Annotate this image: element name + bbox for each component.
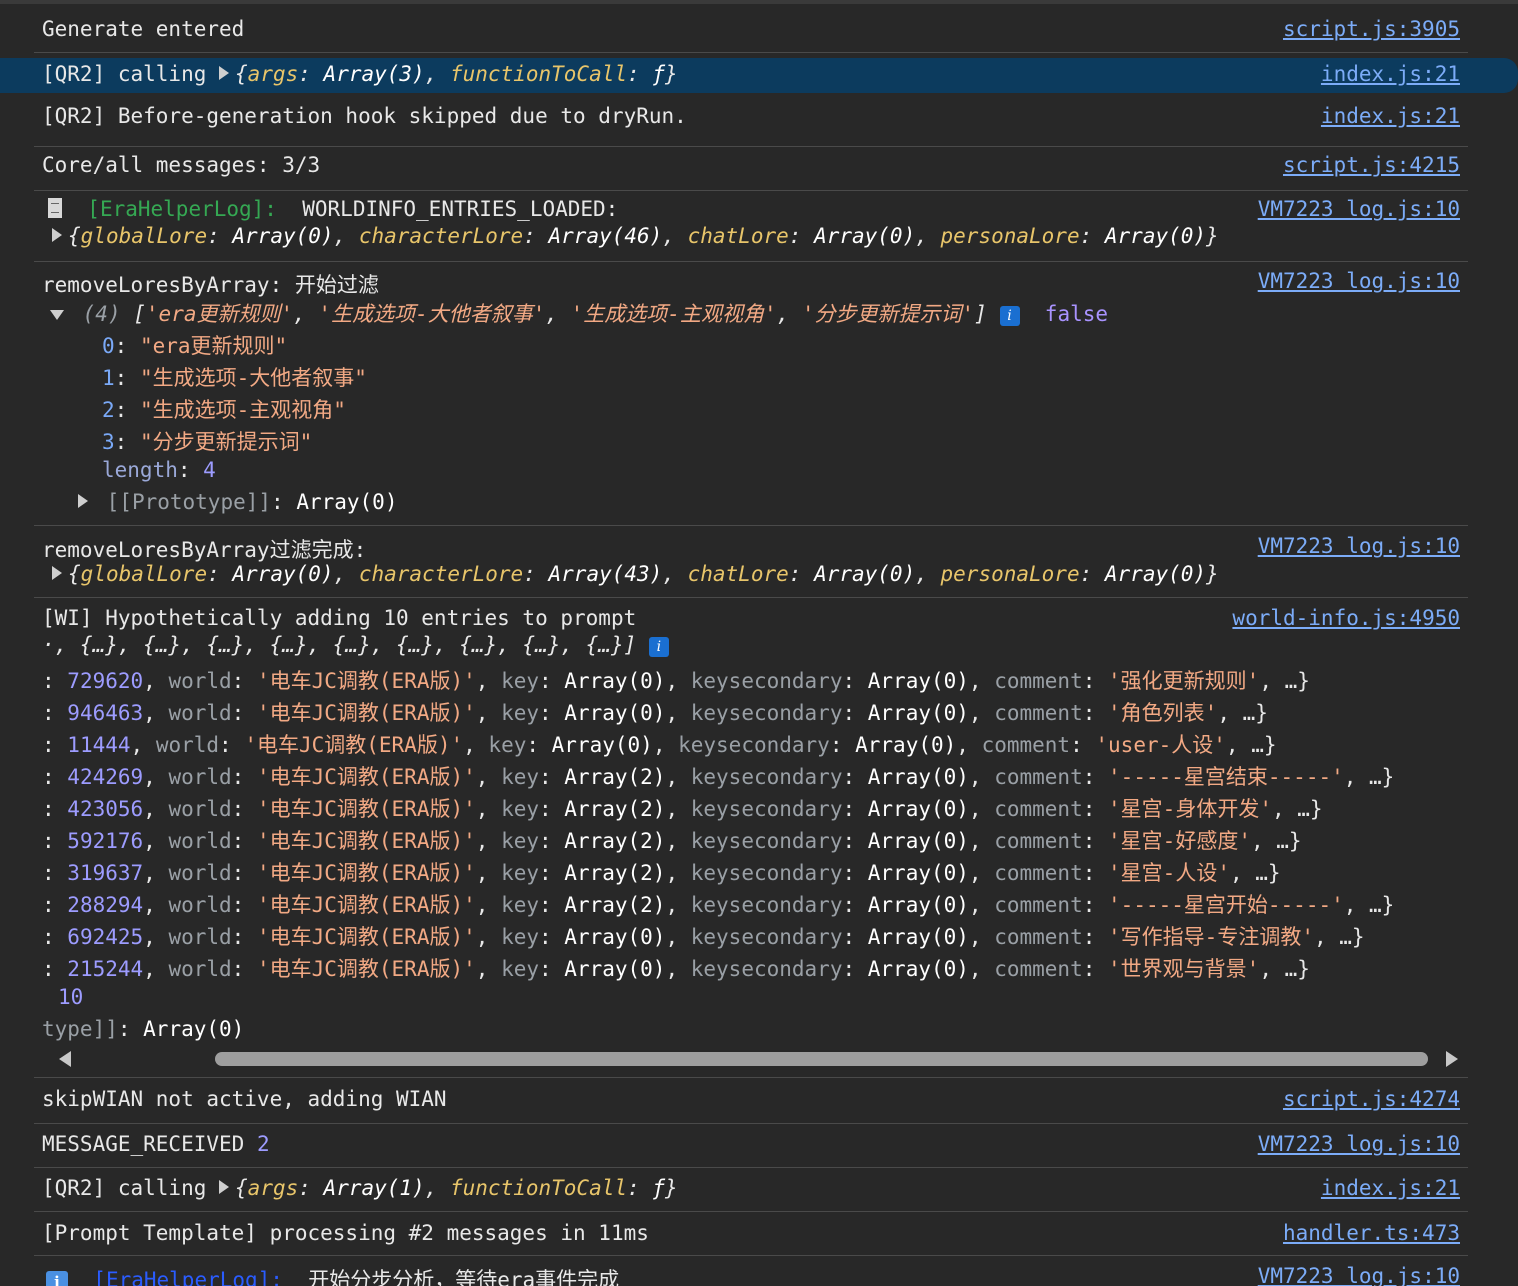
array-item: 3: "分步更新提示词" [102,430,313,454]
log-text: removeLoresByArray过滤完成: [42,538,367,562]
wi-entry-row[interactable]: : 692425, world: '电车JC调教(ERA版)', key: Ar… [42,921,1365,951]
collapse-triangle-icon[interactable] [50,310,64,320]
source-link[interactable]: world-info.js:4950 [1232,606,1460,630]
wi-entry-row[interactable]: : 423056, world: '电车JC调教(ERA版)', key: Ar… [42,793,1323,823]
source-link[interactable]: VM7223 log.js:10 [1258,534,1460,558]
expand-triangle-icon[interactable] [52,228,62,242]
source-link[interactable]: VM7223 log.js:10 [1258,1264,1460,1286]
wi-entry-row[interactable]: : 288294, world: '电车JC调教(ERA版)', key: Ar… [42,889,1394,919]
wi-entry-row[interactable]: : 424269, world: '电车JC调教(ERA版)', key: Ar… [42,761,1394,791]
document-icon [48,198,62,218]
expand-triangle-icon[interactable] [78,494,88,508]
log-tag: [EraHelperLog]: [93,1268,283,1286]
log-text: [QR2] Before-generation hook skipped due… [42,104,687,128]
source-link[interactable]: VM7223 log.js:10 [1258,1132,1460,1156]
log-text: removeLoresByArray: 开始过滤 [42,273,379,297]
log-entry-selected[interactable]: [QR2] calling {args: Array(3), functionT… [0,58,1518,93]
log-entry: [EraHelperLog]: WORLDINFO_ENTRIES_LOADED… [34,191,1468,262]
log-entry: MESSAGE_RECEIVED 2 VM7223 log.js:10 [34,1124,1468,1168]
scrollbar-thumb[interactable] [215,1052,1428,1066]
log-text: [EraHelperLog]: WORLDINFO_ENTRIES_LOADED… [48,197,618,221]
log-text: skipWIAN not active, adding WIAN [42,1087,447,1111]
scroll-left-icon[interactable] [59,1051,71,1067]
array-item: 1: "生成选项-大他者叙事" [102,366,367,390]
log-text: [QR2] calling {args: Array(1), functionT… [42,1176,678,1200]
log-text: Generate entered [42,17,245,41]
object-preview[interactable]: {globalLore: Array(0), characterLore: Ar… [52,224,1219,248]
array-prototype: type]]: Array(0) [42,1017,245,1041]
console-log[interactable]: Generate entered script.js:3905 [QR2] ca… [0,4,1518,1286]
log-entry: Core/all messages: 3/3 script.js:4215 [34,147,1468,191]
info-badge-icon[interactable]: i [648,637,669,657]
log-entry: [QR2] Before-generation hook skipped due… [34,99,1468,147]
array-preview[interactable]: ·, {…}, {…}, {…}, {…}, {…}, {…}, {…}, {…… [42,633,669,657]
log-entry: Generate entered script.js:3905 [34,4,1468,53]
array-item: 0: "era更新规则" [102,334,288,358]
source-link[interactable]: index.js:21 [1321,1176,1460,1200]
array-length: length: 4 [102,458,216,482]
source-link[interactable]: handler.ts:473 [1283,1221,1460,1245]
object-preview[interactable]: {globalLore: Array(0), characterLore: Ar… [52,562,1219,586]
log-entry: [WI] Hypothetically adding 10 entries to… [34,598,1468,1078]
log-entry: i [EraHelperLog]: 开始分步分析，等待era事件完成 VM722… [34,1256,1468,1286]
info-badge-icon[interactable]: i [999,306,1020,326]
log-entry: [QR2] calling {args: Array(1), functionT… [34,1168,1468,1212]
array-prototype[interactable]: [[Prototype]]: Array(0) [78,490,397,514]
wi-entry-row[interactable]: : 729620, world: '电车JC调教(ERA版)', key: Ar… [42,665,1310,695]
array-item: 2: "生成选项-主观视角" [102,398,346,422]
log-tag: [EraHelperLog]: [87,197,277,221]
log-text: [Prompt Template] processing #2 messages… [42,1221,649,1245]
wi-entry-row[interactable]: : 592176, world: '电车JC调教(ERA版)', key: Ar… [42,825,1302,855]
wi-entry-row[interactable]: : 319637, world: '电车JC调教(ERA版)', key: Ar… [42,857,1281,887]
wi-entry-row[interactable]: : 11444, world: '电车JC调教(ERA版)', key: Arr… [42,729,1276,759]
log-text: i [EraHelperLog]: 开始分步分析，等待era事件完成 [46,1264,619,1286]
source-link[interactable]: index.js:21 [1321,104,1460,128]
expand-triangle-icon[interactable] [52,566,62,580]
log-entry: [Prompt Template] processing #2 messages… [34,1212,1468,1256]
log-entry: removeLoresByArray: 开始过滤 VM7223 log.js:1… [34,262,1468,526]
source-link[interactable]: VM7223 log.js:10 [1258,269,1460,293]
log-entry: skipWIAN not active, adding WIAN script.… [34,1078,1468,1124]
wi-entry-row[interactable]: : 946463, world: '电车JC调教(ERA版)', key: Ar… [42,697,1268,727]
source-link[interactable]: VM7223 log.js:10 [1258,197,1460,221]
info-icon: i [46,1271,68,1286]
log-text: [WI] Hypothetically adding 10 entries to… [42,606,637,630]
array-preview[interactable]: (4) ['era更新规则', '生成选项-大他者叙事', '生成选项-主观视角… [50,298,1108,328]
scroll-right-icon[interactable] [1446,1051,1458,1067]
array-length: 10 [58,985,84,1009]
expand-triangle-icon[interactable] [219,1180,230,1194]
source-link[interactable]: script.js:4274 [1283,1087,1460,1111]
log-text: Core/all messages: 3/3 [42,153,321,177]
log-entry: removeLoresByArray过滤完成: VM7223 log.js:10… [34,526,1468,598]
horizontal-scrollbar[interactable] [50,1045,1470,1073]
log-text: MESSAGE_RECEIVED 2 [42,1132,270,1156]
wi-entry-row[interactable]: : 215244, world: '电车JC调教(ERA版)', key: Ar… [42,953,1310,983]
log-text: [QR2] calling {args: Array(3), functionT… [42,62,678,86]
source-link[interactable]: index.js:21 [1321,62,1460,86]
source-link[interactable]: script.js:3905 [1283,17,1460,41]
expand-triangle-icon[interactable] [219,66,230,80]
source-link[interactable]: script.js:4215 [1283,153,1460,177]
